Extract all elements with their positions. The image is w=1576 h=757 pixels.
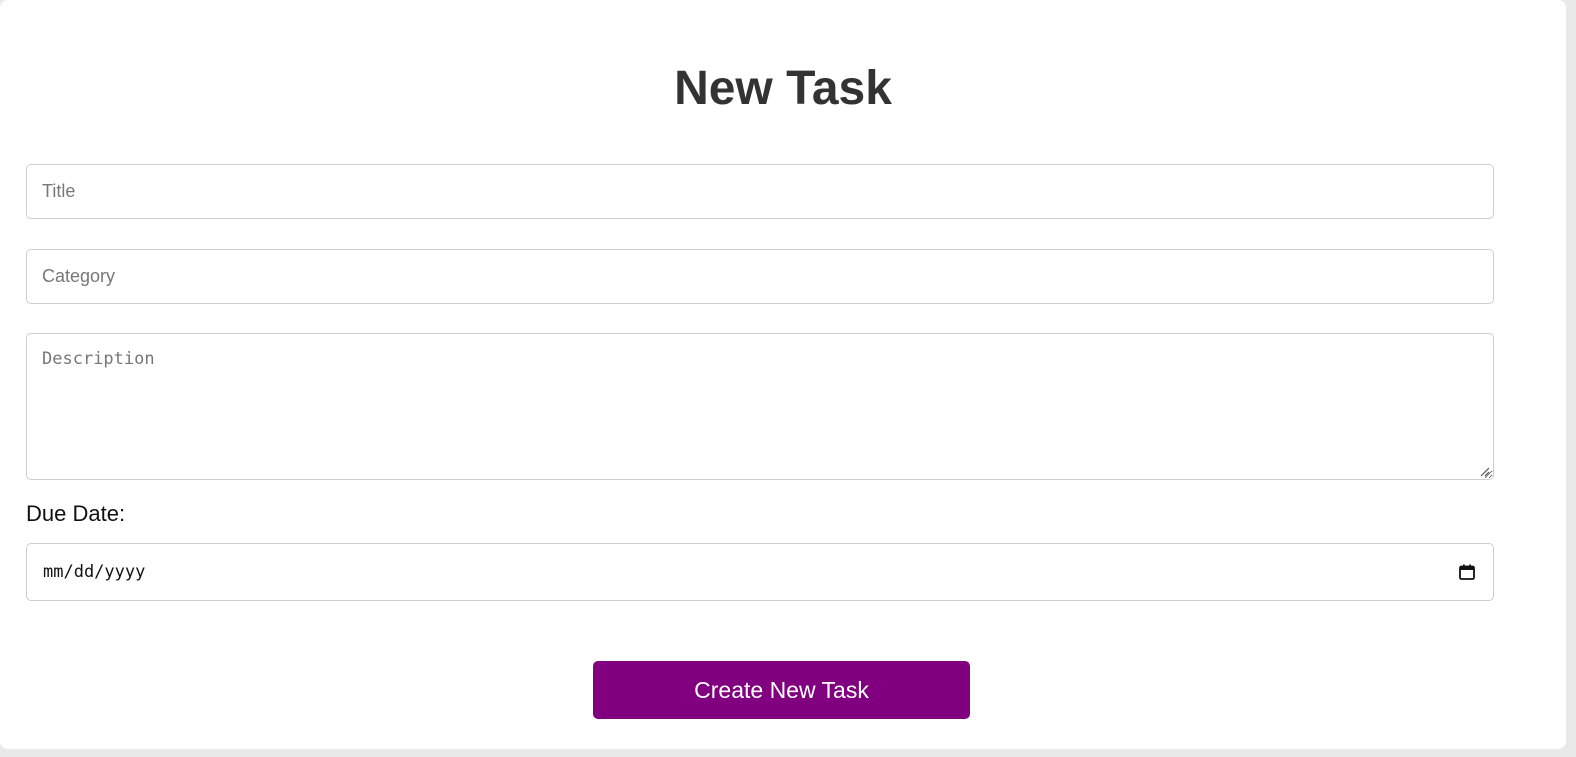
due-date-input[interactable]: mm/dd/yyyy bbox=[26, 543, 1494, 601]
create-task-button[interactable]: Create New Task bbox=[593, 661, 970, 719]
calendar-icon[interactable] bbox=[1458, 563, 1476, 581]
resize-grip-icon[interactable] bbox=[1478, 464, 1490, 477]
page-title: New Task bbox=[674, 62, 892, 115]
description-textarea[interactable] bbox=[26, 333, 1494, 480]
new-task-card: New Task Due Date: mm/dd/yyyy Create New… bbox=[0, 0, 1566, 749]
due-date-label: Due Date: bbox=[26, 501, 126, 526]
title-input[interactable] bbox=[26, 164, 1494, 219]
due-date-placeholder: mm/dd/yyyy bbox=[43, 562, 146, 582]
category-input[interactable] bbox=[26, 249, 1494, 304]
